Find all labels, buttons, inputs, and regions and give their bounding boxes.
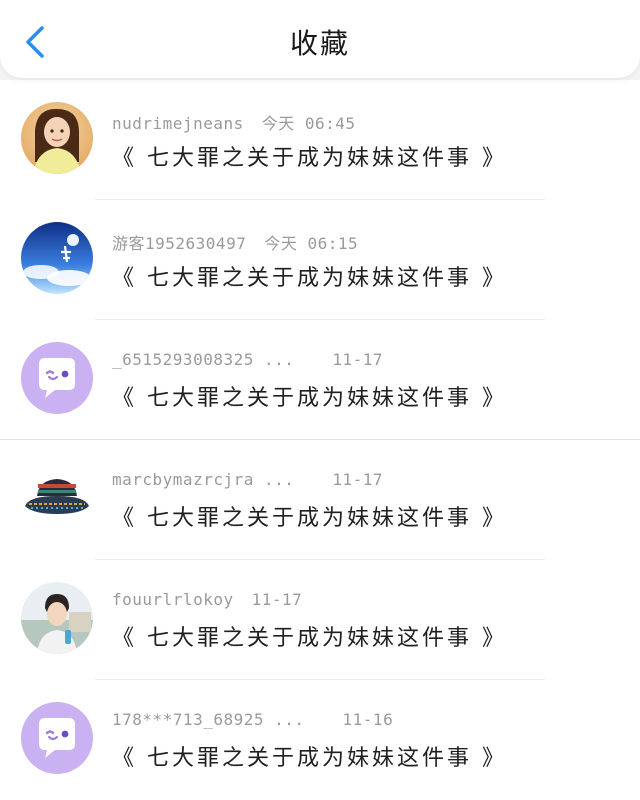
timestamp: 11-17 [251, 590, 303, 609]
timestamp: 11-17 [332, 350, 384, 369]
favorites-list: nudrimejneans 今天 06:45 《 七大罪之关于成为妹妹这件事 》 … [0, 80, 640, 800]
favorite-title: 《 七大罪之关于成为妹妹这件事 》 [112, 146, 507, 171]
user-photo-icon [21, 102, 93, 174]
username: 178***713_68925 ... [112, 710, 305, 729]
item-meta: 178***713_68925 ... 11-16 [112, 710, 393, 729]
favorite-title: 《 七大罪之关于成为妹妹这件事 》 [112, 266, 507, 291]
username: _6515293008325 ... [112, 350, 295, 369]
item-meta: marcbymazrcjra ... 11-17 [112, 470, 383, 489]
favorite-title: 《 七大罪之关于成为妹妹这件事 》 [112, 506, 507, 531]
list-item[interactable]: marcbymazrcjra ... 11-17 《 七大罪之关于成为妹妹这件事 … [0, 440, 640, 560]
timestamp: 今天 06:45 [261, 114, 356, 133]
list-item[interactable]: fouurlrlokoy 11-17 《 七大罪之关于成为妹妹这件事 》 [0, 560, 640, 680]
item-meta: 游客1952630497 今天 06:15 [112, 230, 358, 254]
list-item[interactable]: 178***713_68925 ... 11-16 《 七大罪之关于成为妹妹这件事… [0, 680, 640, 800]
item-meta: _6515293008325 ... 11-17 [112, 350, 383, 369]
avatar[interactable] [21, 342, 93, 414]
username: fouurlrlokoy [112, 590, 234, 609]
favorite-title: 《 七大罪之关于成为妹妹这件事 》 [112, 746, 507, 771]
list-item[interactable]: 游客1952630497 今天 06:15 《 七大罪之关于成为妹妹这件事 》 [0, 200, 640, 320]
timestamp: 11-17 [332, 470, 384, 489]
list-item[interactable]: _6515293008325 ... 11-17 《 七大罪之关于成为妹妹这件事 … [0, 320, 640, 440]
username: 游客1952630497 [112, 234, 247, 253]
username: nudrimejneans [112, 114, 244, 133]
avatar[interactable] [21, 462, 93, 534]
timestamp: 今天 06:15 [264, 234, 359, 253]
item-meta: nudrimejneans 今天 06:45 [112, 110, 356, 134]
item-meta: fouurlrlokoy 11-17 [112, 590, 302, 609]
avatar[interactable] [21, 222, 93, 294]
chat-bubble-icon [39, 358, 75, 398]
list-item[interactable]: nudrimejneans 今天 06:45 《 七大罪之关于成为妹妹这件事 》 [0, 80, 640, 200]
user-photo-icon [21, 582, 93, 654]
page-title: 收藏 [289, 27, 350, 60]
avatar[interactable] [21, 582, 93, 654]
bucket-hat-icon [25, 479, 89, 514]
timestamp: 11-16 [342, 710, 394, 729]
avatar[interactable] [21, 702, 93, 774]
avatar[interactable] [21, 102, 93, 174]
mid-autumn-avatar-icon [21, 222, 93, 294]
username: marcbymazrcjra ... [112, 470, 295, 489]
favorite-title: 《 七大罪之关于成为妹妹这件事 》 [112, 386, 507, 411]
favorite-title: 《 七大罪之关于成为妹妹这件事 》 [112, 626, 507, 651]
chat-bubble-icon [39, 718, 75, 758]
top-bar: 收藏 [0, 0, 640, 78]
